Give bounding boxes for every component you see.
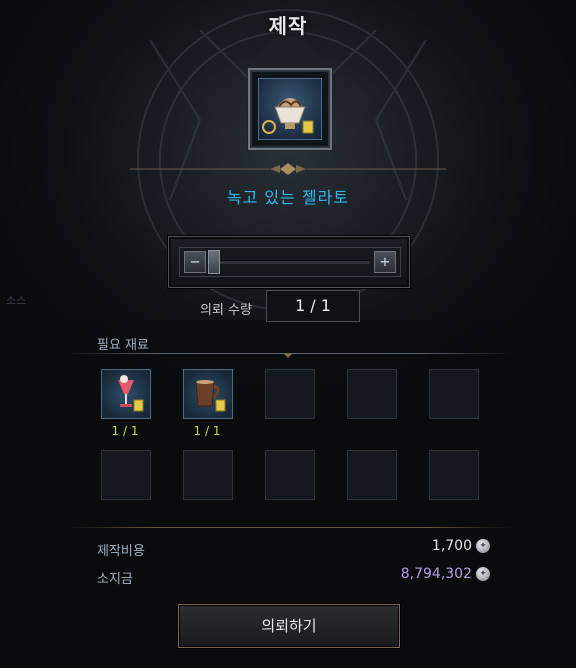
material-slot[interactable] xyxy=(101,369,151,419)
gelato-icon xyxy=(258,78,322,140)
item-name: 녹고 있는 젤라토 xyxy=(226,188,350,207)
silver-coin-icon: ✦ xyxy=(476,539,490,553)
coffee-cup-icon xyxy=(195,380,226,412)
side-hint-text: 소스 xyxy=(6,294,27,307)
material-slot-empty xyxy=(429,450,479,500)
material-count: 1 / 1 xyxy=(111,424,139,438)
slider-thumb[interactable] xyxy=(208,250,220,274)
material-slot-empty xyxy=(101,450,151,500)
material-slot-empty xyxy=(265,450,315,500)
material-slot-empty xyxy=(347,450,397,500)
material-slot-empty xyxy=(429,369,479,419)
material-slot-empty xyxy=(347,369,397,419)
increase-button[interactable]: + xyxy=(374,251,396,273)
quantity-slider: − + xyxy=(179,247,401,277)
material-slot-empty xyxy=(183,450,233,500)
materials-label: 필요 재료 xyxy=(97,338,149,353)
quantity-slider-frame: − + xyxy=(168,236,410,288)
material-slot-empty xyxy=(265,369,315,419)
cost-divider xyxy=(68,527,512,528)
slider-track[interactable] xyxy=(210,260,370,264)
quantity-input[interactable]: 1 / 1 xyxy=(266,290,360,322)
material-count: 1 / 1 xyxy=(193,424,221,438)
owned-money-value: 8,794,302 xyxy=(400,566,472,582)
decrease-button[interactable]: − xyxy=(184,251,206,273)
window-title: 제작 xyxy=(268,14,308,38)
title-divider xyxy=(130,163,446,175)
material-slot[interactable] xyxy=(183,369,233,419)
owned-money-label: 소지금 xyxy=(97,572,133,587)
cocktail-icon xyxy=(118,375,144,412)
result-item-slot[interactable] xyxy=(248,68,332,150)
silver-coin-icon: ✦ xyxy=(476,567,490,581)
request-button[interactable]: 의뢰하기 xyxy=(178,604,400,648)
materials-divider-arrow xyxy=(283,353,293,358)
craft-cost-label: 제작비용 xyxy=(97,544,145,559)
quantity-label: 의뢰 수량 xyxy=(200,303,252,318)
craft-cost-value: 1,700 xyxy=(431,538,472,554)
